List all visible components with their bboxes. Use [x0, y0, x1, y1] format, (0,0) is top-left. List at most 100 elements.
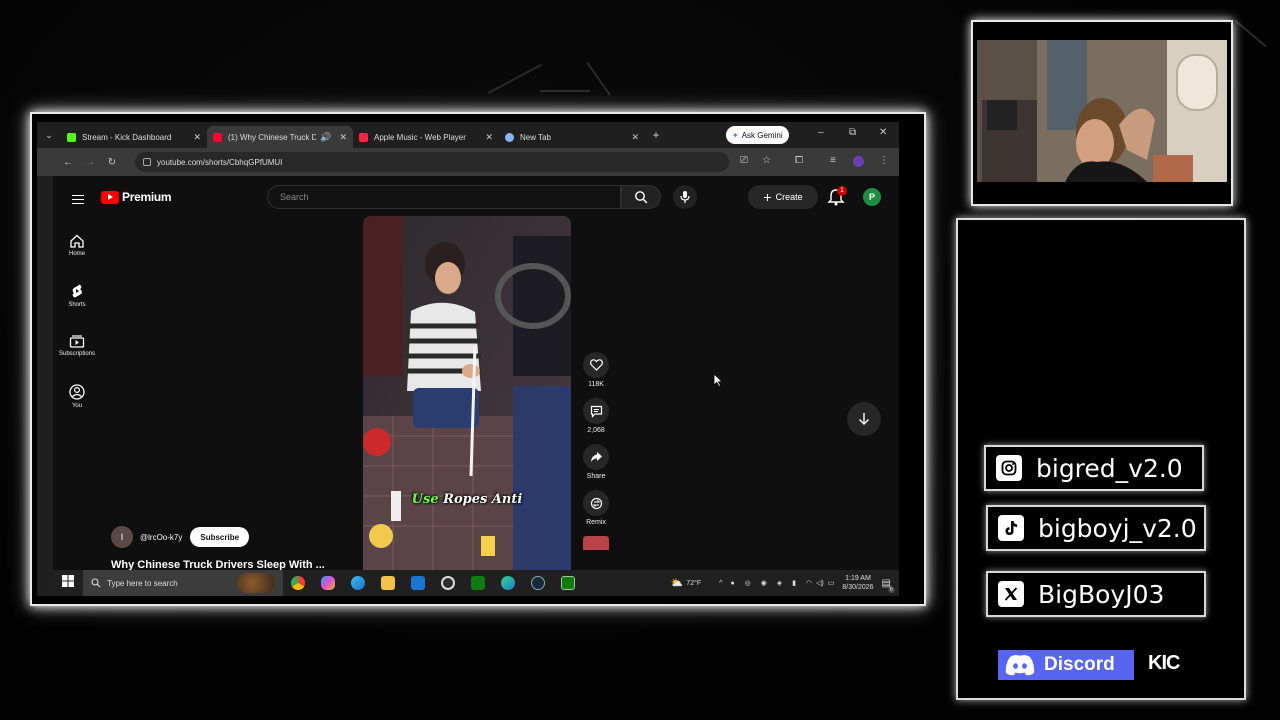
comments-button[interactable] — [583, 398, 609, 424]
start-button[interactable] — [53, 574, 83, 592]
copilot-icon — [321, 576, 335, 590]
tab-search-chevron-icon[interactable]: ⌄ — [37, 130, 61, 141]
account-avatar[interactable]: P — [863, 188, 881, 206]
file-explorer-taskbar-icon[interactable] — [373, 570, 403, 596]
bg-hex-line — [586, 62, 611, 96]
home-icon — [70, 234, 84, 248]
channel-row: I @lrcOo-k7y Subscribe — [111, 526, 250, 548]
copilot-taskbar-icon[interactable] — [313, 570, 343, 596]
taskbar-search-box[interactable]: Type here to search — [83, 570, 283, 596]
keyboard-icon[interactable]: ▭ — [828, 579, 835, 587]
tray-overflow-chevron-icon[interactable]: ^ — [719, 580, 722, 587]
youtube-logo[interactable]: Premium — [101, 190, 172, 204]
taskbar-clock[interactable]: 1:19 AM 8/30/2026 — [842, 574, 873, 592]
channel-avatar[interactable]: I — [111, 526, 133, 548]
like-button[interactable] — [583, 352, 609, 378]
tiktok-icon — [998, 515, 1024, 541]
youtube-brand-label: Premium — [122, 190, 172, 204]
edge-taskbar-icon[interactable] — [343, 570, 373, 596]
share-icon — [590, 452, 602, 462]
steam-taskbar-icon[interactable] — [523, 570, 553, 596]
voice-search-button[interactable] — [673, 185, 697, 209]
window-close-icon[interactable]: ✕ — [879, 127, 887, 138]
sidebar-item-you[interactable]: You — [53, 378, 101, 428]
minimize-icon[interactable]: – — [818, 127, 824, 138]
extensions-icon[interactable]: ⧠ — [795, 155, 803, 166]
remix-button[interactable] — [583, 490, 609, 516]
bookmark-star-icon[interactable]: ☆ — [762, 155, 771, 166]
tab-youtube-short[interactable]: (1) Why Chinese Truck D 🔊 ✕ — [207, 126, 353, 148]
share-action: Share — [579, 444, 613, 480]
tray-app-icons[interactable]: ● ◎ ◉ ◈ ▮ — [730, 579, 799, 587]
xbox-app-taskbar-icon[interactable] — [553, 570, 583, 596]
next-video-button[interactable] — [847, 402, 881, 436]
guide-sidebar: Home Shorts Subscriptions You — [53, 228, 101, 428]
stream-overlay: ⌄ Stream - Kick Dashboard ✕ (1) Why Chin… — [0, 0, 1280, 720]
tab-apple-music[interactable]: Apple Music - Web Player ✕ — [353, 126, 499, 148]
new-tab-plus-icon[interactable]: + — [645, 128, 667, 142]
kebab-menu-icon[interactable]: ⋮ — [879, 155, 889, 166]
url-omnibox[interactable]: youtube.com/shorts/CbhqGPfUMUI — [135, 152, 729, 172]
discord-logo-icon — [1005, 655, 1035, 676]
volume-icon[interactable]: ◁) — [816, 579, 824, 587]
tiktok-handle: bigboyj_v2.0 — [1038, 513, 1197, 543]
back-arrow-icon[interactable]: ← — [57, 157, 79, 168]
weather-icon[interactable]: ⛅ — [671, 578, 683, 589]
subscribe-button[interactable]: Subscribe — [190, 527, 250, 547]
sidebar-item-subscriptions[interactable]: Subscriptions — [53, 328, 101, 378]
tab-close-icon[interactable]: ✕ — [485, 132, 493, 143]
chrome-browser-window: ⌄ Stream - Kick Dashboard ✕ (1) Why Chin… — [37, 122, 899, 596]
reload-icon[interactable]: ↻ — [101, 157, 123, 168]
ask-gemini-button[interactable]: ✦ Ask Gemini — [726, 126, 789, 144]
store-taskbar-icon[interactable] — [403, 570, 433, 596]
chrome-taskbar-icon[interactable] — [283, 570, 313, 596]
create-label: Create — [775, 192, 803, 202]
share-button[interactable] — [583, 444, 609, 470]
instagram-handle: bigred_v2.0 — [1036, 453, 1183, 483]
windows-taskbar: Type here to search ⛅ 72°F ^ ● ◎ ◉ ◈ ▮ ◠… — [53, 570, 899, 596]
address-bar-row: ← → ↻ youtube.com/shorts/CbhqGPfUMUI ⎚ ☆… — [37, 148, 899, 176]
tab-kick-dashboard[interactable]: Stream - Kick Dashboard ✕ — [61, 126, 207, 148]
restore-icon[interactable]: ⧉ — [849, 127, 856, 138]
media-queue-icon[interactable]: ≡ — [830, 155, 836, 166]
like-action: 118K — [579, 352, 613, 388]
edge-dev-taskbar-icon[interactable] — [493, 570, 523, 596]
tab-label: New Tab — [520, 132, 551, 142]
instagram-handle-card: bigred_v2.0 — [984, 445, 1204, 491]
site-info-icon[interactable] — [143, 158, 151, 166]
obs-taskbar-icon[interactable] — [433, 570, 463, 596]
video-frame-image — [363, 216, 571, 570]
xbox-taskbar-icon[interactable] — [463, 570, 493, 596]
create-button[interactable]: + Create — [748, 185, 818, 209]
channel-handle[interactable]: @lrcOo-k7y — [140, 533, 182, 542]
caption-text: Ropes Anti — [443, 492, 523, 507]
sound-thumbnail[interactable] — [583, 536, 609, 550]
clock-time: 1:19 AM — [845, 575, 871, 582]
arrow-down-icon — [859, 413, 869, 425]
cast-icon[interactable]: ⎚ — [740, 155, 748, 166]
shorts-video-player[interactable]: Use Ropes Anti — [363, 216, 571, 570]
tab-close-icon[interactable]: ✕ — [339, 132, 347, 143]
x-icon — [998, 581, 1024, 607]
search-input[interactable]: Search — [267, 185, 621, 209]
notification-center-icon[interactable]: ▤ 6 — [882, 578, 895, 593]
tab-new-tab[interactable]: New Tab ✕ — [499, 126, 645, 148]
tab-close-icon[interactable]: ✕ — [193, 132, 201, 143]
youtube-favicon-icon — [213, 132, 222, 142]
search-icon — [635, 191, 648, 204]
tab-audio-icon[interactable]: 🔊 — [320, 132, 331, 143]
sidebar-item-home[interactable]: Home — [53, 228, 101, 278]
network-icon[interactable]: ◠ — [806, 579, 812, 587]
heart-icon — [589, 359, 603, 371]
search-button[interactable] — [621, 185, 661, 209]
forward-arrow-icon[interactable]: → — [79, 157, 101, 168]
weather-temp[interactable]: 72°F — [686, 580, 701, 587]
discord-banner: Discord — [998, 650, 1134, 680]
sidebar-item-shorts[interactable]: Shorts — [53, 278, 101, 328]
tab-close-icon[interactable]: ✕ — [631, 132, 639, 143]
profile-icon[interactable] — [853, 156, 864, 167]
bg-hex-line — [1234, 20, 1267, 48]
remix-label: Remix — [586, 519, 606, 526]
video-title[interactable]: Why Chinese Truck Drivers Sleep With ... — [111, 559, 325, 570]
hamburger-menu-icon[interactable] — [72, 192, 84, 207]
